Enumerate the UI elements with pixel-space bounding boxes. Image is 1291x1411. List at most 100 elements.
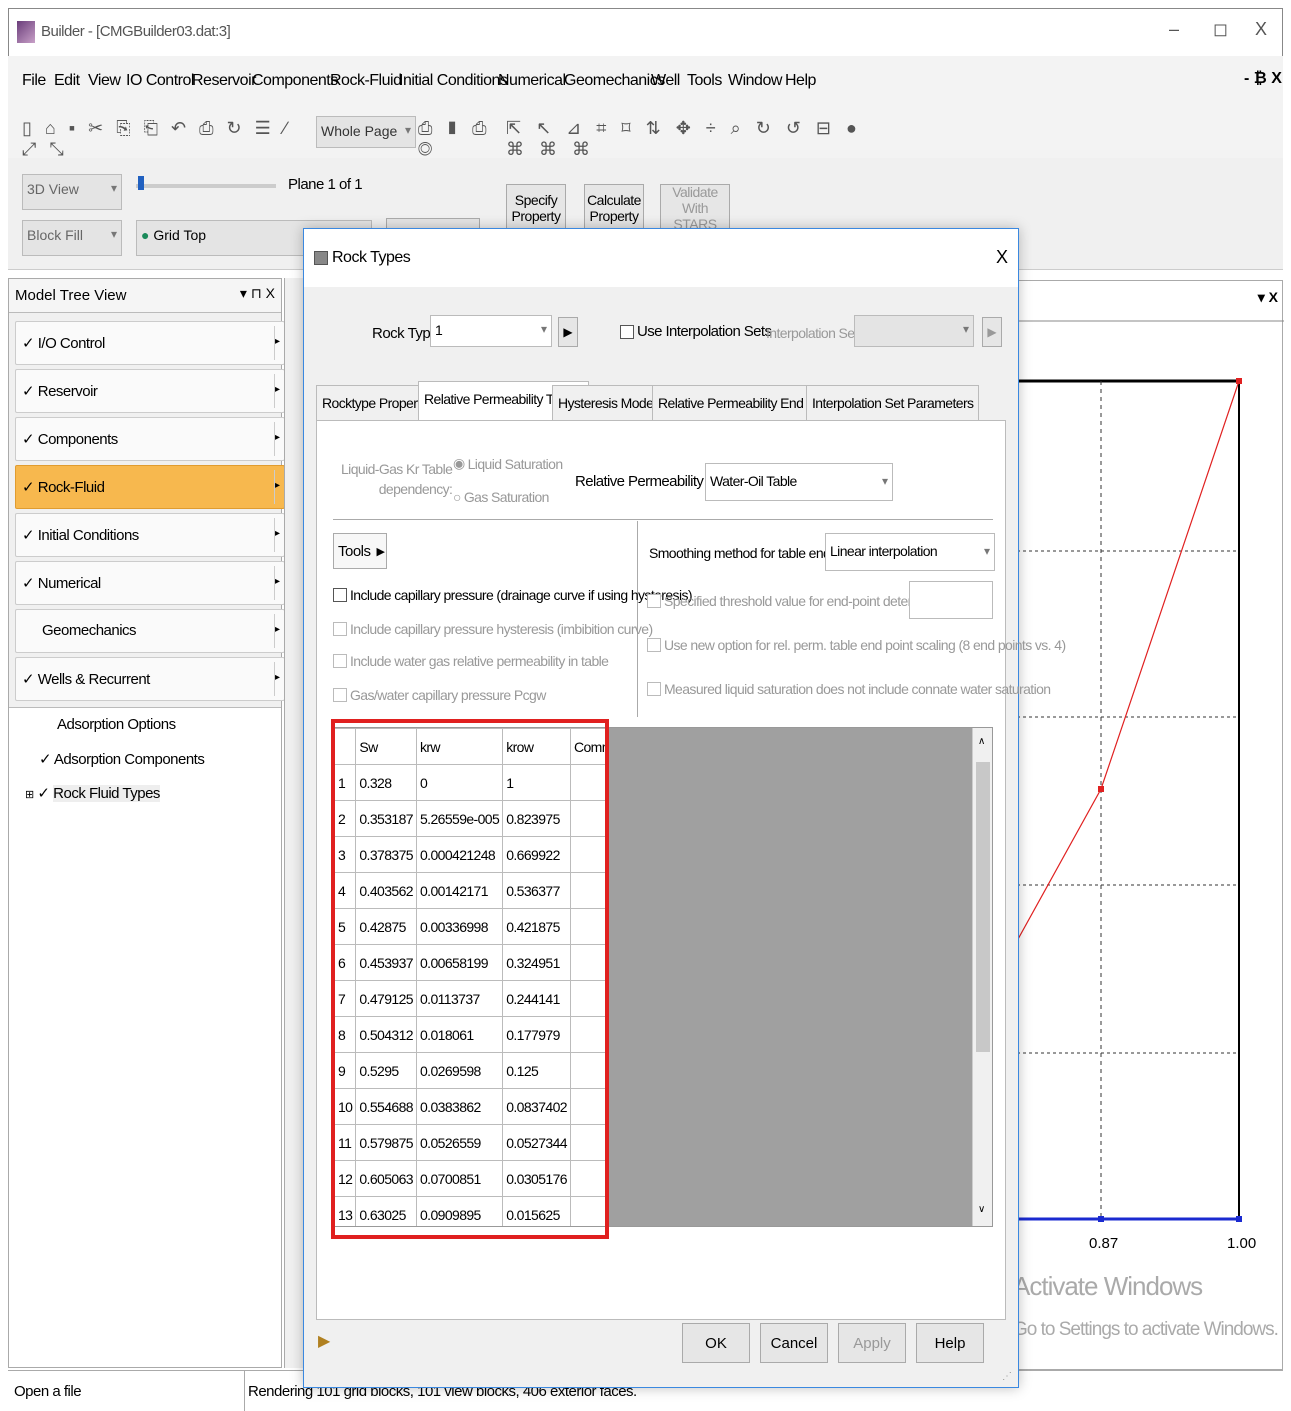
checkbox-box[interactable] [647, 638, 661, 652]
checkbox-box[interactable] [333, 622, 347, 636]
menu-components[interactable]: Components [252, 72, 338, 90]
expand-icon[interactable]: ⊞ [25, 789, 34, 801]
radio-icon[interactable]: ○ [453, 489, 461, 505]
check-water-gas-relperm[interactable]: Include water gas relative permeability … [333, 653, 609, 669]
toolbar-icons-mid[interactable]: ⎙ ▮ ⎙ ◎ [418, 118, 498, 159]
specify-property-button[interactable]: Specify Property [506, 184, 566, 232]
restore-button[interactable]: ◻ [1213, 19, 1228, 40]
view-strip [284, 278, 304, 1368]
check-icon: ✓ [39, 751, 52, 768]
validate-stars-label: Validate With STARS [672, 184, 718, 232]
checkbox-box[interactable] [620, 324, 634, 339]
tab-interpolation-set-parameters[interactable]: Interpolation Set Parameters [806, 385, 980, 421]
radio-liquid-saturation[interactable]: ◉ Liquid Saturation [453, 455, 563, 472]
plane-label: Plane 1 of 1 [288, 176, 363, 193]
x-tick-label: 1.00 [1227, 1235, 1257, 1252]
check-new-endpoint-scaling[interactable]: Use new option for rel. perm. table end … [647, 637, 1066, 653]
nav-label: Components [37, 431, 119, 448]
scroll-down-icon[interactable]: ∨ [978, 1204, 985, 1215]
menu-view[interactable]: View [88, 72, 121, 90]
toolbar-icons-right[interactable]: ⇱ ↖ ⊿ ⌗ ⌑ ⇅ ✥ ÷ ⌕ ↻ ↺ ⊟ ● ⌘ ⌘ ⌘ [506, 118, 866, 159]
check-gas-water-pcgw[interactable]: Gas/water capillary pressure Pcgw [333, 687, 546, 703]
x-tick-label: 0.87 [1089, 1235, 1119, 1252]
use-interpolation-checkbox[interactable]: Use Interpolation Sets [620, 323, 772, 340]
smoothing-combo[interactable]: Linear interpolation ▾ [825, 533, 995, 571]
chevron-down-icon: ▾ [881, 474, 888, 488]
nav-label: Reservoir [37, 383, 98, 400]
menu-help[interactable]: Help [785, 72, 816, 90]
plane-slider-thumb[interactable] [138, 176, 144, 190]
grid-top-value: Grid Top [153, 227, 207, 243]
checkbox-box[interactable] [333, 588, 347, 602]
rock-type-label: Rock Type [372, 325, 439, 342]
nav-initial-conditions[interactable]: ✓ Initial Conditions ▸ [15, 513, 285, 557]
nav-io-control[interactable]: ✓ I/O Control ▸ [15, 321, 285, 365]
nav-label: Numerical [37, 575, 102, 592]
nav-numerical[interactable]: ✓ Numerical ▸ [15, 561, 285, 605]
fill-mode-combo[interactable]: Block Fill ▾ [22, 220, 122, 256]
menu-well[interactable]: Well [651, 72, 680, 90]
menu-numerical[interactable]: Numerical [498, 72, 566, 90]
radio-icon[interactable]: ◉ [453, 455, 465, 472]
rock-type-next-button[interactable]: ▶ [558, 317, 578, 347]
checkbox-box[interactable] [333, 654, 347, 668]
cancel-label: Cancel [770, 1334, 818, 1352]
chevron-right-icon: ▸ [274, 662, 284, 696]
vertical-scrollbar[interactable]: ∧ ∨ [972, 728, 992, 1226]
menu-reservoir[interactable]: Reservoir [192, 72, 256, 90]
scrollbar-thumb[interactable] [976, 762, 990, 1052]
nav-reservoir[interactable]: ✓ Reservoir ▸ [15, 369, 285, 413]
radio-gas-saturation[interactable]: ○ Gas Saturation [453, 489, 549, 505]
menu-tools[interactable]: Tools [687, 72, 722, 90]
validate-stars-button[interactable]: Validate With STARS [660, 184, 730, 232]
scroll-up-icon[interactable]: ∧ [978, 736, 985, 747]
calculate-property-button[interactable]: Calculate Property [584, 184, 644, 232]
menu-initial-conditions[interactable]: Initial Conditions [399, 72, 508, 90]
view-mode-combo[interactable]: 3D View ▾ [22, 174, 122, 210]
help-button[interactable]: Help [916, 1323, 984, 1363]
checkbox-box[interactable] [333, 688, 347, 702]
threshold-input[interactable] [909, 581, 993, 619]
panel-pin-close-icons[interactable]: ▾ ⊓ X [240, 285, 275, 302]
interpolation-next-button[interactable]: ▶ [982, 317, 1002, 347]
interpolation-sets-combo[interactable]: ▾ [854, 315, 974, 347]
tree-item-rock-fluid-types[interactable]: ⊞ ✓ Rock Fluid Types [25, 784, 160, 802]
nav-rock-fluid[interactable]: ✓ Rock-Fluid ▸ [15, 465, 285, 509]
nav-wells-recurrent[interactable]: ✓ Wells & Recurrent ▸ [15, 657, 285, 701]
tree-item-adsorption-components[interactable]: ✓ Adsorption Components [39, 750, 205, 768]
rock-type-combo[interactable]: 1 ▾ [430, 315, 552, 347]
menu-geomechanics[interactable]: Geomechanics [564, 72, 665, 90]
menu-file[interactable]: File [22, 72, 46, 90]
nav-components[interactable]: ✓ Components ▸ [15, 417, 285, 461]
check-capillary-hysteresis[interactable]: Include capillary pressure hysteresis (i… [333, 621, 653, 637]
rel-perm-table-combo[interactable]: Water-Oil Table ▾ [705, 463, 893, 501]
cancel-button[interactable]: Cancel [760, 1323, 828, 1363]
plane-slider-track[interactable] [136, 184, 276, 188]
menu-edit[interactable]: Edit [54, 72, 80, 90]
check-icon: ✓ [37, 785, 50, 802]
toolbar-icons-left[interactable]: ▯ ⌂ ▪ ✂ ⎘ ⎗ ↶ ⎙ ↻ ☰ ∕ ⤢ ⤡ [22, 118, 312, 159]
menu-window[interactable]: Window [728, 72, 782, 90]
mdi-controls[interactable]: - ₿ X [1244, 70, 1282, 88]
menu-io-control[interactable]: IO Control [126, 72, 194, 90]
nav-label: Rock-Fluid [37, 479, 105, 496]
page-combo[interactable]: Whole Page ▾ [316, 116, 416, 148]
minimize-button[interactable]: – [1169, 19, 1179, 40]
resize-grip-icon[interactable]: ⋰ [1002, 1371, 1012, 1382]
menu-rock-fluid[interactable]: Rock-Fluid [330, 72, 402, 90]
tree-item-adsorption-options[interactable]: Adsorption Options [57, 716, 176, 733]
close-button[interactable]: X [1255, 19, 1267, 40]
check-include-capillary-pressure[interactable]: Include capillary pressure (drainage cur… [333, 587, 693, 603]
apply-button[interactable]: Apply [838, 1323, 906, 1363]
tools-button[interactable]: Tools ▶ [333, 533, 387, 569]
ok-button[interactable]: OK [682, 1323, 750, 1363]
nav-geomechanics[interactable]: Geomechanics ▸ [15, 609, 285, 653]
checkbox-box[interactable] [647, 594, 661, 608]
export-icon[interactable]: ▶ [318, 1331, 340, 1355]
specify-property-label: Specify Property [511, 192, 561, 224]
dialog-close-button[interactable]: X [996, 247, 1008, 268]
checkbox-box[interactable] [647, 682, 661, 696]
relperm-plot [1017, 320, 1284, 1222]
check-measured-liquid-saturation[interactable]: Measured liquid saturation does not incl… [647, 681, 1051, 697]
check-icon: ✓ [22, 575, 35, 592]
